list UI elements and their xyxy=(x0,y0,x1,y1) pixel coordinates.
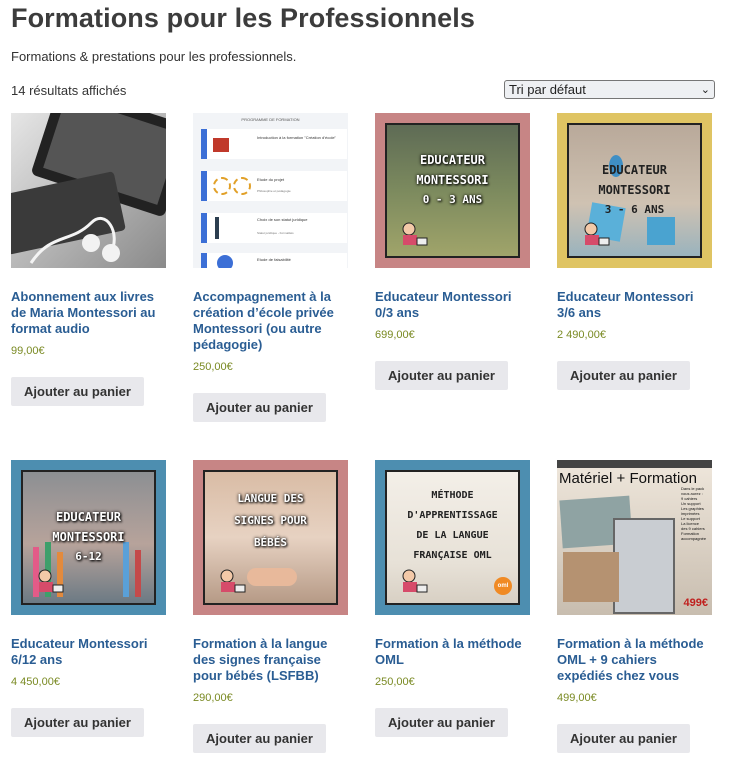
image-caption: FRANÇAISE OML xyxy=(413,550,492,561)
program-sub: Statut juridique - Formalités xyxy=(257,231,294,235)
product-image[interactable] xyxy=(11,113,166,268)
sort-select[interactable]: Tri par défaut ⌄ xyxy=(504,80,715,99)
image-caption: SIGNES POUR xyxy=(234,514,307,527)
product-card: EDUCATEUR MONTESSORI 6-12 Educateur Mont… xyxy=(11,460,166,737)
image-caption: 6-12 xyxy=(75,550,102,563)
product-image[interactable]: LANGUE DES SIGNES POUR BÉBÉS xyxy=(193,460,348,615)
image-caption: 3 - 6 ANS xyxy=(604,203,665,216)
image-caption: EDUCATEUR xyxy=(55,510,122,524)
add-to-cart-button[interactable]: Ajouter au panier xyxy=(557,361,690,390)
image-caption: MONTESSORI xyxy=(416,173,489,187)
shop-page: Formations pour les Professionnels Forma… xyxy=(0,0,732,768)
image-caption: D'APPRENTISSAGE xyxy=(407,510,498,521)
page-title: Formations pour les Professionnels xyxy=(11,3,475,33)
result-count: 14 résultats affichés xyxy=(11,83,127,98)
product-title-link[interactable]: Educateur Montessori 0/3 ans xyxy=(375,289,530,321)
product-image[interactable]: EDUCATEUR MONTESSORI 0 - 3 ANS xyxy=(375,113,530,268)
add-to-cart-button[interactable]: Ajouter au panier xyxy=(375,361,508,390)
chevron-down-icon: ⌄ xyxy=(700,84,710,96)
page-description: Formations & prestations pour les profes… xyxy=(11,49,297,64)
program-item: Etude de faisabilité xyxy=(257,257,291,262)
promo-heading: Matériel + Formation xyxy=(559,470,697,487)
program-header: PROGRAMME DE FORMATION xyxy=(241,117,300,122)
promo-price: 499€ xyxy=(683,597,708,609)
product-price: 250,00€ xyxy=(193,361,233,373)
product-price: 699,00€ xyxy=(375,329,415,341)
product-image[interactable]: PROGRAMME DE FORMATION Introduction à la… xyxy=(193,113,348,268)
program-item: Etude du projet xyxy=(257,177,285,182)
product-title-link[interactable]: Educateur Montessori 6/12 ans xyxy=(11,636,166,668)
image-caption: EDUCATEUR xyxy=(419,153,486,167)
add-to-cart-button[interactable]: Ajouter au panier xyxy=(193,724,326,753)
product-card: EDUCATEUR MONTESSORI 0 - 3 ANS Educateur… xyxy=(375,113,530,390)
add-to-cart-button[interactable]: Ajouter au panier xyxy=(557,724,690,753)
product-card: PROGRAMME DE FORMATION Introduction à la… xyxy=(193,113,348,422)
product-title-link[interactable]: Formation à la langue des signes françai… xyxy=(193,636,348,684)
image-caption: MONTESSORI xyxy=(598,183,671,197)
product-title-link[interactable]: Formation à la méthode OML + 9 cahiers e… xyxy=(557,636,712,684)
product-card: Matériel + Formation Dans le pack vous a… xyxy=(557,460,712,753)
product-card: MÉTHODE D'APPRENTISSAGE DE LA LANGUE FRA… xyxy=(375,460,530,737)
product-title-link[interactable]: Accompagnement à la création d’école pri… xyxy=(193,289,348,353)
product-price: 4 450,00€ xyxy=(11,676,60,688)
image-caption: MONTESSORI xyxy=(52,530,125,544)
product-image[interactable]: Matériel + Formation Dans le pack vous a… xyxy=(557,460,712,615)
mascot-icon xyxy=(581,220,611,246)
oml-badge: oml xyxy=(494,577,512,595)
image-caption: DE LA LANGUE xyxy=(416,530,489,541)
add-to-cart-button[interactable]: Ajouter au panier xyxy=(11,377,144,406)
add-to-cart-button[interactable]: Ajouter au panier xyxy=(375,708,508,737)
mascot-icon xyxy=(35,567,65,593)
add-to-cart-button[interactable]: Ajouter au panier xyxy=(193,393,326,422)
image-caption: 0 - 3 ANS xyxy=(422,193,483,206)
product-price: 2 490,00€ xyxy=(557,329,606,341)
product-card: Abonnement aux livres de Maria Montessor… xyxy=(11,113,166,406)
mascot-icon xyxy=(399,220,429,246)
product-price: 499,00€ xyxy=(557,692,597,704)
image-caption: MÉTHODE xyxy=(431,490,474,501)
add-to-cart-button[interactable]: Ajouter au panier xyxy=(11,708,144,737)
program-sub: Philosophie et pédagogie xyxy=(257,189,291,193)
image-caption: LANGUE DES xyxy=(237,492,304,505)
image-caption: BÉBÉS xyxy=(253,536,288,549)
program-item: Introduction à la formation "Création d'… xyxy=(257,135,336,140)
product-title-link[interactable]: Abonnement aux livres de Maria Montessor… xyxy=(11,289,166,337)
image-caption: EDUCATEUR xyxy=(601,163,668,177)
product-image[interactable]: EDUCATEUR MONTESSORI 6-12 xyxy=(11,460,166,615)
product-card: LANGUE DES SIGNES POUR BÉBÉS Formation à… xyxy=(193,460,348,753)
promo-line: accompagnée xyxy=(681,536,707,541)
product-price: 250,00€ xyxy=(375,676,415,688)
sort-selected-value: Tri par défaut xyxy=(509,82,586,97)
product-price: 99,00€ xyxy=(11,345,45,357)
product-image[interactable]: MÉTHODE D'APPRENTISSAGE DE LA LANGUE FRA… xyxy=(375,460,530,615)
product-image[interactable]: EDUCATEUR MONTESSORI 3 - 6 ANS xyxy=(557,113,712,268)
product-title-link[interactable]: Formation à la méthode OML xyxy=(375,636,530,668)
program-item: Choix de son statut juridique xyxy=(257,217,308,222)
product-title-link[interactable]: Educateur Montessori 3/6 ans xyxy=(557,289,712,321)
mascot-icon xyxy=(399,567,429,593)
product-price: 290,00€ xyxy=(193,692,233,704)
product-card: EDUCATEUR MONTESSORI 3 - 6 ANS Educateur… xyxy=(557,113,712,390)
mascot-icon xyxy=(217,567,247,593)
